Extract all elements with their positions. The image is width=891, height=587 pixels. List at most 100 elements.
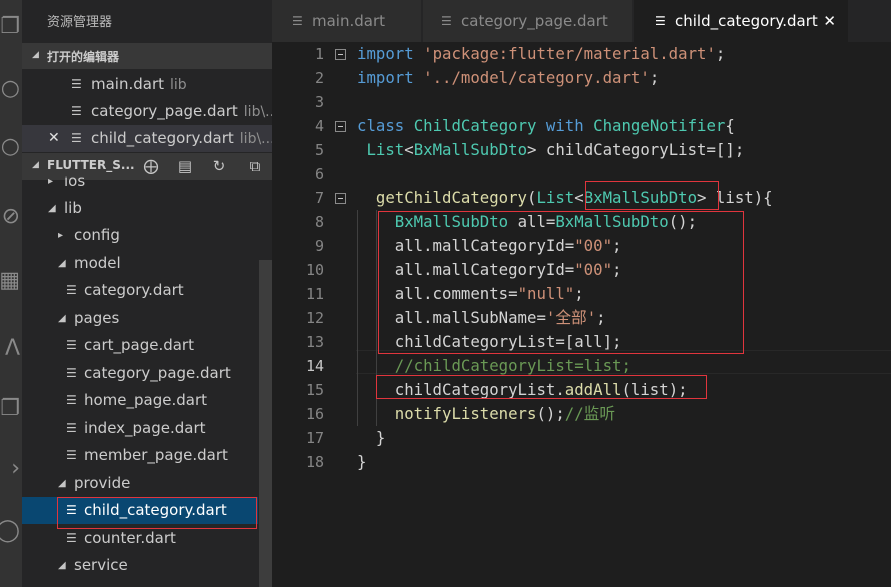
tree-file-partial[interactable]: ☰ <box>22 579 258 587</box>
line-number: 12 <box>305 309 324 327</box>
open-editor-name: category_page.dart <box>91 102 238 120</box>
line-number: 10 <box>305 261 324 279</box>
tree-folder-config[interactable]: ▸ config <box>22 222 258 249</box>
line-number: 4 <box>314 117 324 135</box>
line-number: 17 <box>305 429 324 447</box>
tree-label: model <box>74 254 121 272</box>
line-number: 3 <box>314 93 324 111</box>
punct: < <box>404 140 414 159</box>
open-editor-child-category[interactable]: ✕ ☰ child_category.dart lib\... <box>22 125 272 152</box>
line-number-current: 14 <box>305 357 324 375</box>
tree-folder-lib[interactable]: ◢ lib <box>22 195 258 222</box>
tree-label: provide <box>74 474 131 492</box>
explorer-sidebar: 资源管理器 ◢ 打开的编辑器 ☰ main.dart lib ☰ category… <box>22 0 272 587</box>
line-number: 7 <box>314 189 324 207</box>
code-line-4: class ChildCategory with ChangeNotifier{ <box>357 114 735 138</box>
explorer-title: 资源管理器 <box>47 15 113 30</box>
search-icon[interactable]: ○ <box>0 76 20 102</box>
highlight-box-addall <box>376 375 707 399</box>
type: ChangeNotifier <box>593 116 726 135</box>
tab-child-category[interactable]: ☰ child_category.dart ✕ <box>634 0 849 42</box>
dart-file-icon: ☰ <box>66 531 77 545</box>
editor-tab-bar: ☰ main.dart ☰ category_page.dart ☰ child… <box>272 0 891 42</box>
account-icon[interactable]: ◯ <box>0 518 20 544</box>
tab-category-page[interactable]: ☰ category_page.dart <box>423 0 633 42</box>
close-icon[interactable]: ✕ <box>823 0 836 42</box>
dart-file-icon: ☰ <box>655 14 666 28</box>
explorer-icon[interactable]: Λ <box>0 336 20 362</box>
line-number: 13 <box>305 333 324 351</box>
type: ChildCategory <box>413 116 537 135</box>
tab-label: category_page.dart <box>461 12 608 30</box>
tree-folder-model[interactable]: ◢ model <box>22 250 258 277</box>
code-line-18: } <box>357 450 366 474</box>
fold-icon[interactable] <box>335 121 346 132</box>
chevron-down-icon: ◢ <box>58 478 66 489</box>
open-editor-path: lib\... <box>243 104 272 120</box>
files-icon[interactable]: ❐ <box>0 14 20 40</box>
chevron-down-icon: ◢ <box>48 203 56 214</box>
activity-bar: ❐ ○ ○ ⊘ ▦ Λ ❐ › ◯ <box>0 0 22 587</box>
sidebar-scrollbar[interactable] <box>259 260 272 587</box>
fold-icon[interactable] <box>335 49 346 60</box>
dart-file-icon: ☰ <box>66 448 77 462</box>
project-name: FLUTTER_S... <box>47 158 135 172</box>
code-editor[interactable]: 1 2 3 4 5 6 7 8 9 10 11 12 13 14 15 16 1… <box>272 42 891 587</box>
refresh-icon[interactable]: ↻ <box>210 157 228 175</box>
new-file-icon[interactable]: ⨁ <box>142 157 160 175</box>
source-control-icon[interactable]: ○ <box>0 134 20 160</box>
code-line-5: List<BxMallSubDto> childCategoryList=[]; <box>357 138 744 162</box>
tree-label: cart_page.dart <box>84 336 194 354</box>
tree-file-counter[interactable]: ☰ counter.dart <box>22 525 258 552</box>
dart-file-icon: ☰ <box>66 393 77 407</box>
open-editor-main[interactable]: ☰ main.dart lib <box>22 71 272 98</box>
collapse-all-icon[interactable]: ⧉ <box>246 157 264 175</box>
open-editors-label: 打开的编辑器 <box>47 50 120 64</box>
tree-file-category[interactable]: ☰ category.dart <box>22 277 258 304</box>
tree-file-index-page[interactable]: ☰ index_page.dart <box>22 415 258 442</box>
fold-icon[interactable] <box>335 193 346 204</box>
line-number: 9 <box>314 237 324 255</box>
dart-file-icon: ☰ <box>66 366 77 380</box>
tree-folder-pages[interactable]: ◢ pages <box>22 305 258 332</box>
tree-folder-service[interactable]: ◢ service <box>22 552 258 579</box>
open-editor-name: main.dart <box>91 75 165 93</box>
keyword: import <box>357 44 414 63</box>
chevron-down-icon: ◢ <box>32 50 39 60</box>
chevron-right-icon[interactable]: › <box>0 456 20 482</box>
tree-label: member_page.dart <box>84 446 228 464</box>
punct: ; <box>649 68 660 87</box>
punct: { <box>725 116 735 135</box>
tree-file-member-page[interactable]: ☰ member_page.dart <box>22 442 258 469</box>
dart-file-icon: ☰ <box>66 338 77 352</box>
open-editor-category-page[interactable]: ☰ category_page.dart lib\... <box>22 98 272 125</box>
debug-icon[interactable]: ⊘ <box>0 204 20 230</box>
dart-file-icon: ☰ <box>71 104 82 118</box>
punct: } <box>357 452 367 471</box>
dart-file-icon: ☰ <box>66 579 77 587</box>
tree-folder-ios[interactable]: ▸ ios <box>22 176 258 190</box>
punct: } <box>375 428 386 447</box>
dart-file-icon: ☰ <box>71 131 82 145</box>
copy-icon[interactable]: ❐ <box>0 396 20 422</box>
chevron-down-icon: ◢ <box>58 313 66 324</box>
tab-label: child_category.dart <box>675 12 818 30</box>
tree-folder-provide[interactable]: ◢ provide <box>22 470 258 497</box>
tree-file-home-page[interactable]: ☰ home_page.dart <box>22 387 258 414</box>
open-editors-header[interactable]: ◢ 打开的编辑器 <box>22 43 272 69</box>
tree-label: ios <box>64 176 86 190</box>
highlight-box-type <box>585 181 719 210</box>
tree-label: home_page.dart <box>84 391 208 409</box>
tab-main[interactable]: ☰ main.dart <box>272 0 422 42</box>
tree-file-cart-page[interactable]: ☰ cart_page.dart <box>22 332 258 359</box>
chevron-right-icon: ▸ <box>58 230 64 241</box>
tree-file-category-page[interactable]: ☰ category_page.dart <box>22 360 258 387</box>
punct: < <box>574 188 584 207</box>
new-folder-icon[interactable]: ▤ <box>176 157 194 175</box>
tree-label: category.dart <box>84 281 184 299</box>
line-number: 11 <box>305 285 324 303</box>
dart-file-icon: ☰ <box>66 421 77 435</box>
code-line-17: } <box>357 426 385 450</box>
close-icon[interactable]: ✕ <box>48 125 60 152</box>
extensions-icon[interactable]: ▦ <box>0 268 20 294</box>
